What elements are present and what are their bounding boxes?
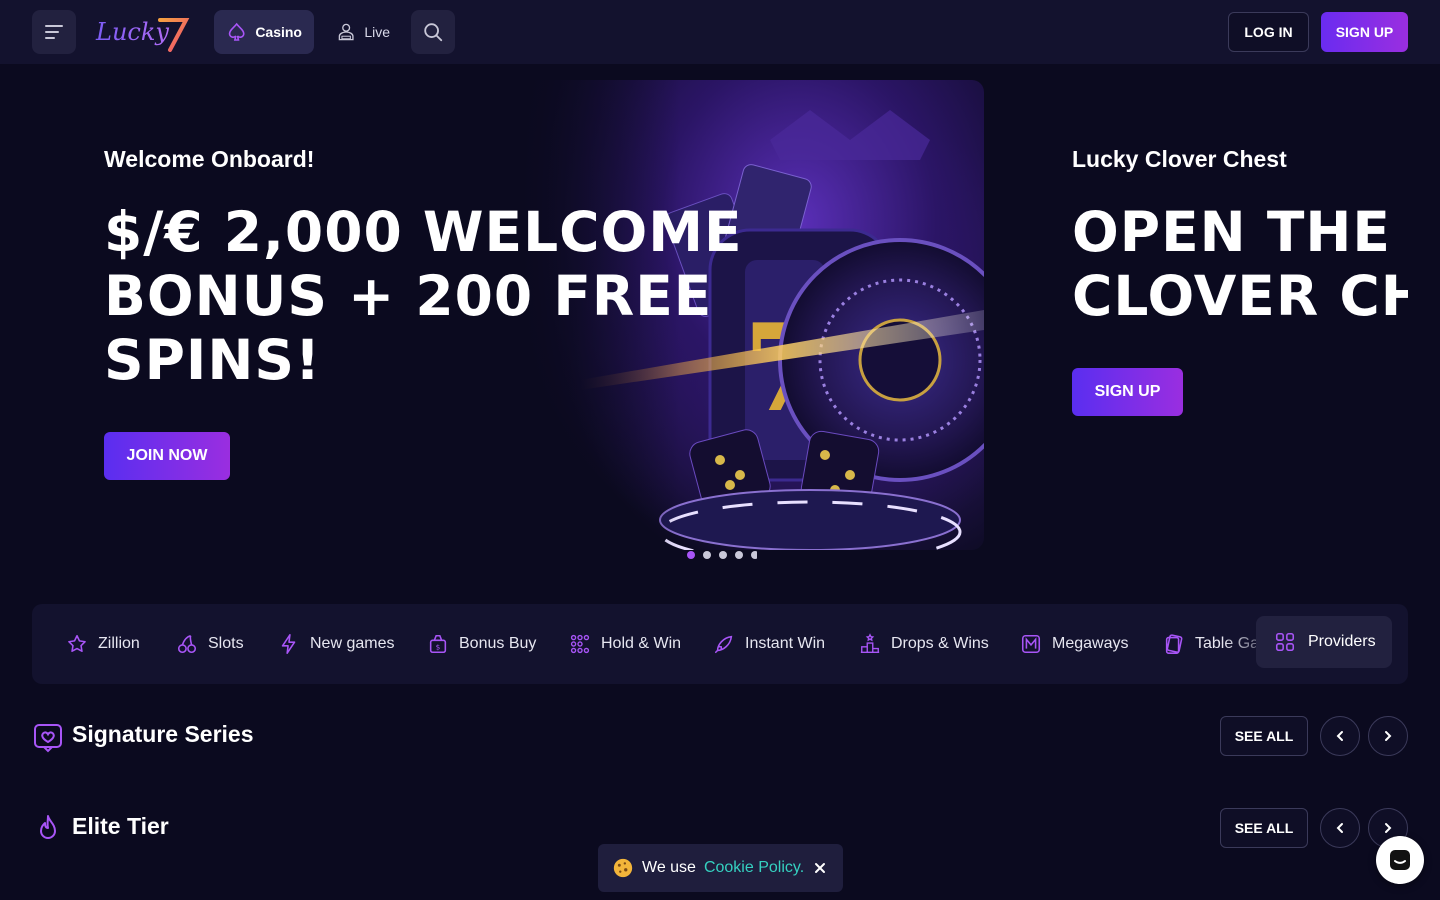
category-drops-and-wins[interactable]: Drops & Wins [859,628,989,660]
scroll-left-button[interactable] [1320,808,1360,848]
category-hold-and-win[interactable]: Hold & Win [569,628,681,660]
chevron-left-icon [1336,823,1343,833]
category-megaways[interactable]: Megaways [1020,628,1128,660]
category-zillion[interactable]: Zillion [66,628,140,660]
carousel-dot-1[interactable] [687,551,695,559]
dealer-icon [338,23,354,41]
category-label: Zillion [98,635,140,652]
lucky7-logo[interactable]: Lucky [94,12,190,52]
next-slide-subtitle: Lucky Clover Chest [1072,146,1287,172]
category-label: Instant Win [745,635,826,652]
tab-live-label: Live [364,24,390,40]
carousel-dot-3[interactable] [719,551,727,559]
hamburger-icon [45,25,63,39]
chevron-right-icon [1385,731,1392,741]
carousel-dots [687,551,757,561]
cookie-text: We use [642,859,696,876]
next-slide-title-clip: OPEN THE LUCKY CLOVER CHEST [1072,200,1408,340]
money-bag-icon: $ [429,634,447,654]
login-button[interactable]: LOG IN [1228,12,1309,52]
heart-badge-icon [34,724,62,753]
scroll-left-button[interactable] [1320,716,1360,756]
providers-button[interactable]: Providers [1256,616,1392,668]
svg-text:Lucky: Lucky [95,18,169,46]
category-instant-win[interactable]: Instant Win [713,628,825,660]
signup-button[interactable]: SIGN UP [1321,12,1408,52]
svg-text:$: $ [436,643,441,652]
providers-label: Providers [1308,633,1376,650]
hero-subtitle: Welcome Onboard! [104,146,315,172]
join-now-button[interactable]: JOIN NOW [104,432,230,480]
cookie-banner: We use Cookie Policy. [598,844,843,892]
tab-casino[interactable]: Casino [214,10,314,54]
category-label: Bonus Buy [459,635,537,652]
see-all-button[interactable]: SEE ALL [1220,716,1308,756]
cards-icon [1165,634,1183,654]
next-slide-signup-button[interactable]: SIGN UP [1072,368,1183,416]
star-icon [68,634,86,653]
grid-icon [1275,632,1295,652]
category-slots[interactable]: Slots [176,628,244,660]
next-slide-title: OPEN THE LUCKY CLOVER CHEST [1072,200,1408,328]
category-bar: Zillion Slots New games $ Bonus Buy Hold… [32,604,1408,684]
category-bonus-buy[interactable]: $ Bonus Buy [427,628,536,660]
search-button[interactable] [411,10,455,54]
hero-title: $/€ 2,000 WELCOME BONUS + 200 FREE SPINS… [104,200,743,392]
close-icon [815,863,825,873]
category-label: Megaways [1052,635,1129,652]
chat-icon [1390,850,1410,870]
search-icon [424,23,443,42]
scroll-right-button[interactable] [1368,716,1408,756]
section-title: Signature Series [72,721,254,747]
flame-icon [40,815,56,839]
section-title: Elite Tier [72,813,169,839]
cookie-icon [613,858,633,878]
carousel-dot-4[interactable] [735,551,743,559]
category-label: Drops & Wins [891,635,989,652]
lightning-icon [281,634,296,654]
category-new-games[interactable]: New games [278,628,394,660]
support-chat-button[interactable] [1376,836,1424,884]
podium-icon [860,633,880,653]
category-label: Slots [208,635,244,652]
spade-icon [228,22,245,41]
carousel-dot-5[interactable] [751,551,757,559]
chevron-left-icon [1336,731,1343,741]
category-label: New games [310,635,395,652]
cookie-policy-link[interactable]: Cookie Policy. [704,859,804,877]
section-elite-tier: Elite Tier SEE ALL [32,808,1408,848]
menu-button[interactable] [32,10,76,54]
tab-casino-label: Casino [255,24,302,40]
cookie-close-button[interactable] [810,858,830,878]
grid-dots-icon [570,634,590,654]
category-label: Hold & Win [601,635,682,652]
section-signature-series: Signature Series SEE ALL [32,716,1408,756]
carousel-dot-2[interactable] [703,551,711,559]
see-all-button[interactable]: SEE ALL [1220,808,1308,848]
tab-live[interactable]: Live [324,10,402,54]
chevron-right-icon [1385,823,1392,833]
rocket-icon [714,635,733,654]
megaways-icon [1021,634,1041,654]
cherries-icon [177,634,197,654]
top-header: Lucky Casino Live LOG IN SIGN UP [0,0,1440,64]
